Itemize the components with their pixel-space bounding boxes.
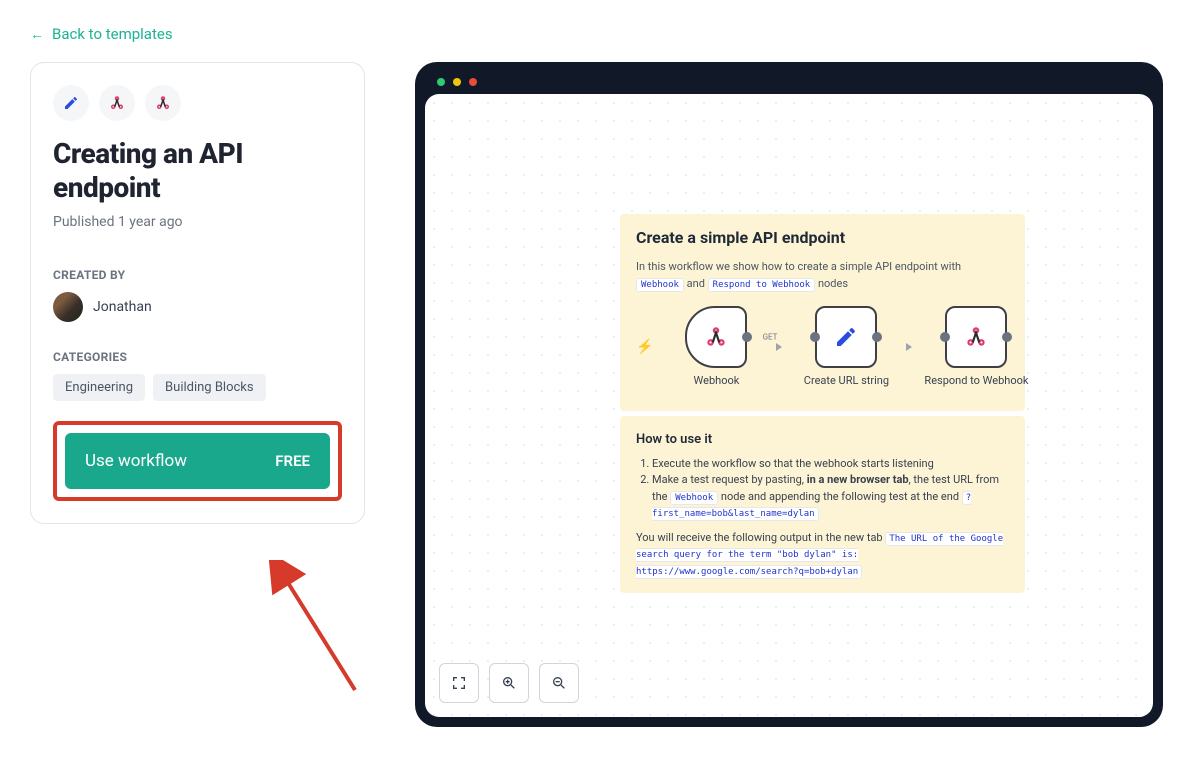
window-traffic-lights [425,78,1153,94]
trigger-bolt-icon: ⚡ [636,339,653,355]
sticky-note-howto: How to use it Execute the workflow so th… [620,416,1025,593]
text: node and appending the following test at… [718,490,962,503]
annotation-arrow-icon [260,560,370,700]
node-label: Respond to Webhook [924,374,1028,387]
node-respond[interactable]: Respond to Webhook [921,306,1031,387]
published-text: Published 1 year ago [53,214,342,230]
node-webhook[interactable]: GET Webhook [661,306,771,387]
zoom-out-button[interactable] [539,663,579,703]
code-chip: Webhook [670,491,718,505]
traffic-green-icon [437,78,445,86]
text: You will receive the following output in… [636,531,885,544]
template-title: Creating an API endpoint [53,137,342,204]
text: nodes [818,277,848,290]
back-link-text: Back to templates [52,25,173,43]
sticky-desc: In this workflow we show how to create a… [636,259,1009,292]
arrow-left-icon: ← [30,26,44,43]
howto-result: You will receive the following output in… [636,530,1009,580]
workflow-canvas[interactable]: Create a simple API endpoint In this wor… [425,94,1153,717]
sticky-note-intro: Create a simple API endpoint In this wor… [620,214,1025,411]
howto-step: Make a test request by pasting, in a new… [652,472,1009,522]
zoom-in-button[interactable] [489,663,529,703]
http-method-badge: GET [763,333,778,342]
sticky-title: Create a simple API endpoint [636,228,1009,247]
node-create-url[interactable]: Create URL string [791,306,901,387]
howto-title: How to use it [636,430,1009,450]
workflow-nodes: ⚡ GET Webhook Create URL string [636,306,1009,387]
category-pill[interactable]: Building Blocks [153,374,266,401]
avatar [53,292,83,322]
text: In this workflow we show how to create a… [636,260,961,273]
canvas-toolbar [439,663,579,703]
cta-highlight-box: Use workflow FREE [53,421,342,501]
template-card: Creating an API endpoint Published 1 yea… [30,62,365,524]
use-workflow-button[interactable]: Use workflow FREE [65,433,330,489]
cta-label: Use workflow [85,451,187,471]
cta-badge: FREE [275,452,310,470]
code-chip: Webhook [636,278,684,292]
category-row: Engineering Building Blocks [53,374,342,401]
traffic-yellow-icon [453,78,461,86]
category-pill[interactable]: Engineering [53,374,145,401]
traffic-red-icon [469,78,477,86]
pencil-icon [53,85,89,121]
webhook-icon [145,85,181,121]
howto-step: Execute the workflow so that the webhook… [652,456,1009,473]
text: Execute the workflow so that the webhook… [652,457,934,470]
author-row[interactable]: Jonathan [53,292,342,322]
text: and [687,277,708,290]
fullscreen-button[interactable] [439,663,479,703]
created-by-label: CREATED BY [53,268,342,282]
author-name: Jonathan [93,299,152,315]
workflow-preview-window: Create a simple API endpoint In this wor… [415,62,1163,727]
back-link[interactable]: ← Back to templates [30,25,173,43]
code-chip: Respond to Webhook [708,278,816,292]
text-bold: in a new browser tab [807,473,909,486]
webhook-icon [99,85,135,121]
text: Make a test request by pasting, [652,473,807,486]
icon-row [53,85,342,121]
categories-label: CATEGORIES [53,350,342,364]
node-label: Create URL string [804,374,889,387]
node-label: Webhook [694,374,740,387]
